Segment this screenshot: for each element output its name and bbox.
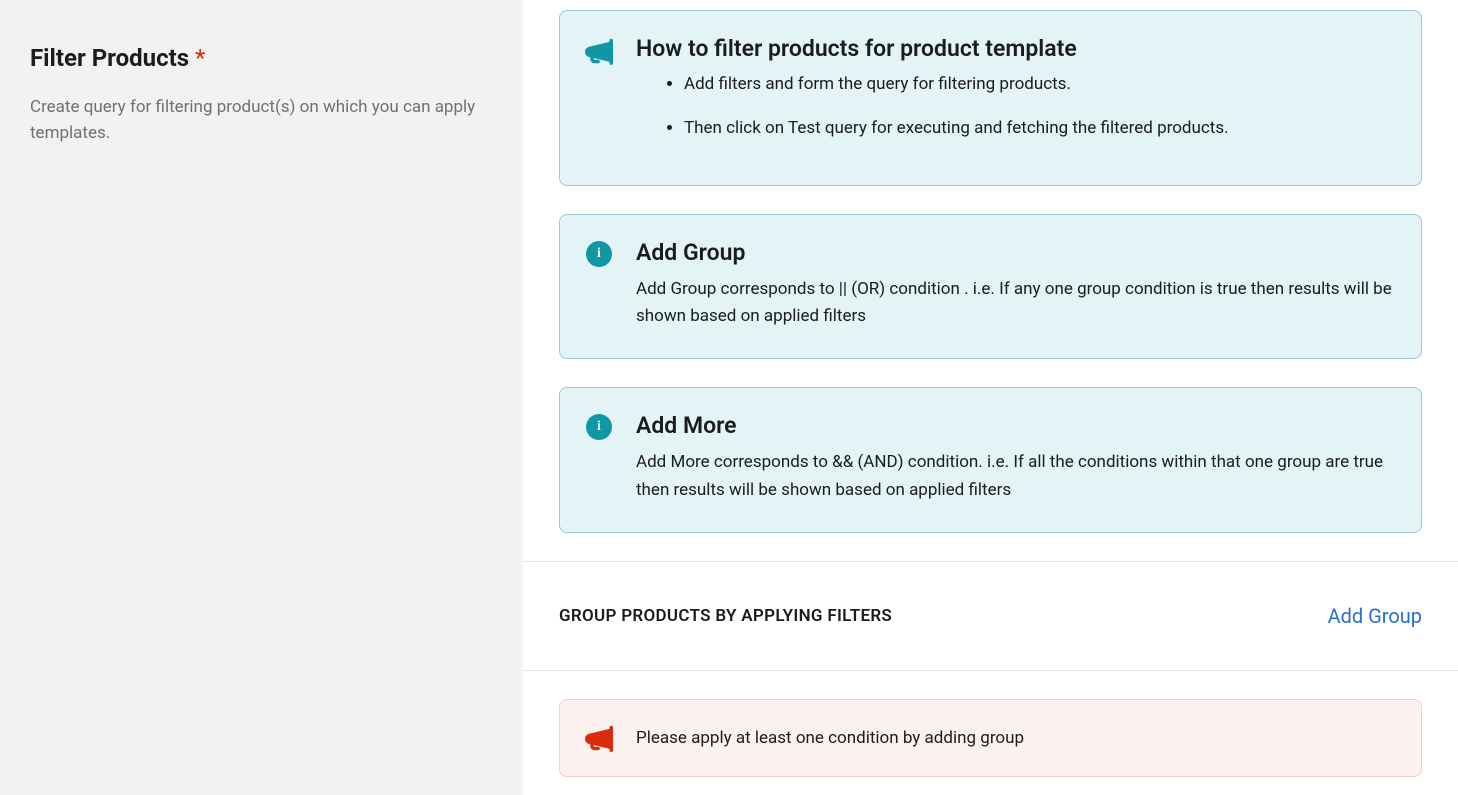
info-icon: i — [584, 412, 614, 440]
bullhorn-icon — [584, 35, 614, 65]
sidebar-description: Create query for filtering product(s) on… — [30, 94, 493, 147]
how-to-item: Then click on Test query for executing a… — [684, 116, 1397, 142]
add-group-desc: Add Group corresponds to || (OR) conditi… — [636, 276, 1397, 330]
add-more-title: Add More — [636, 412, 1397, 439]
how-to-card: How to filter products for product templ… — [559, 10, 1422, 186]
main-content: How to filter products for product templ… — [523, 0, 1458, 795]
bullhorn-icon — [584, 724, 614, 752]
warning-message: Please apply at least one condition by a… — [636, 728, 1024, 748]
filters-section-heading: GROUP PRODUCTS BY APPLYING FILTERS — [559, 606, 892, 626]
add-group-button[interactable]: Add Group — [1328, 604, 1422, 628]
add-more-desc: Add More corresponds to && (AND) conditi… — [636, 449, 1397, 503]
info-icon: i — [584, 239, 614, 267]
filters-section-header: GROUP PRODUCTS BY APPLYING FILTERS Add G… — [559, 562, 1422, 670]
sidebar-title: Filter Products * — [30, 44, 493, 72]
add-more-explain-card: i Add More Add More corresponds to && (A… — [559, 387, 1422, 532]
warning-card: Please apply at least one condition by a… — [559, 699, 1422, 777]
how-to-item: Add filters and form the query for filte… — [684, 72, 1397, 98]
how-to-title: How to filter products for product templ… — [636, 35, 1397, 62]
add-group-explain-card: i Add Group Add Group corresponds to || … — [559, 214, 1422, 359]
sidebar-title-text: Filter Products — [30, 44, 189, 72]
add-group-title: Add Group — [636, 239, 1397, 266]
sidebar: Filter Products * Create query for filte… — [0, 0, 523, 795]
how-to-list: Add filters and form the query for filte… — [636, 72, 1397, 141]
required-indicator: * — [195, 44, 205, 72]
